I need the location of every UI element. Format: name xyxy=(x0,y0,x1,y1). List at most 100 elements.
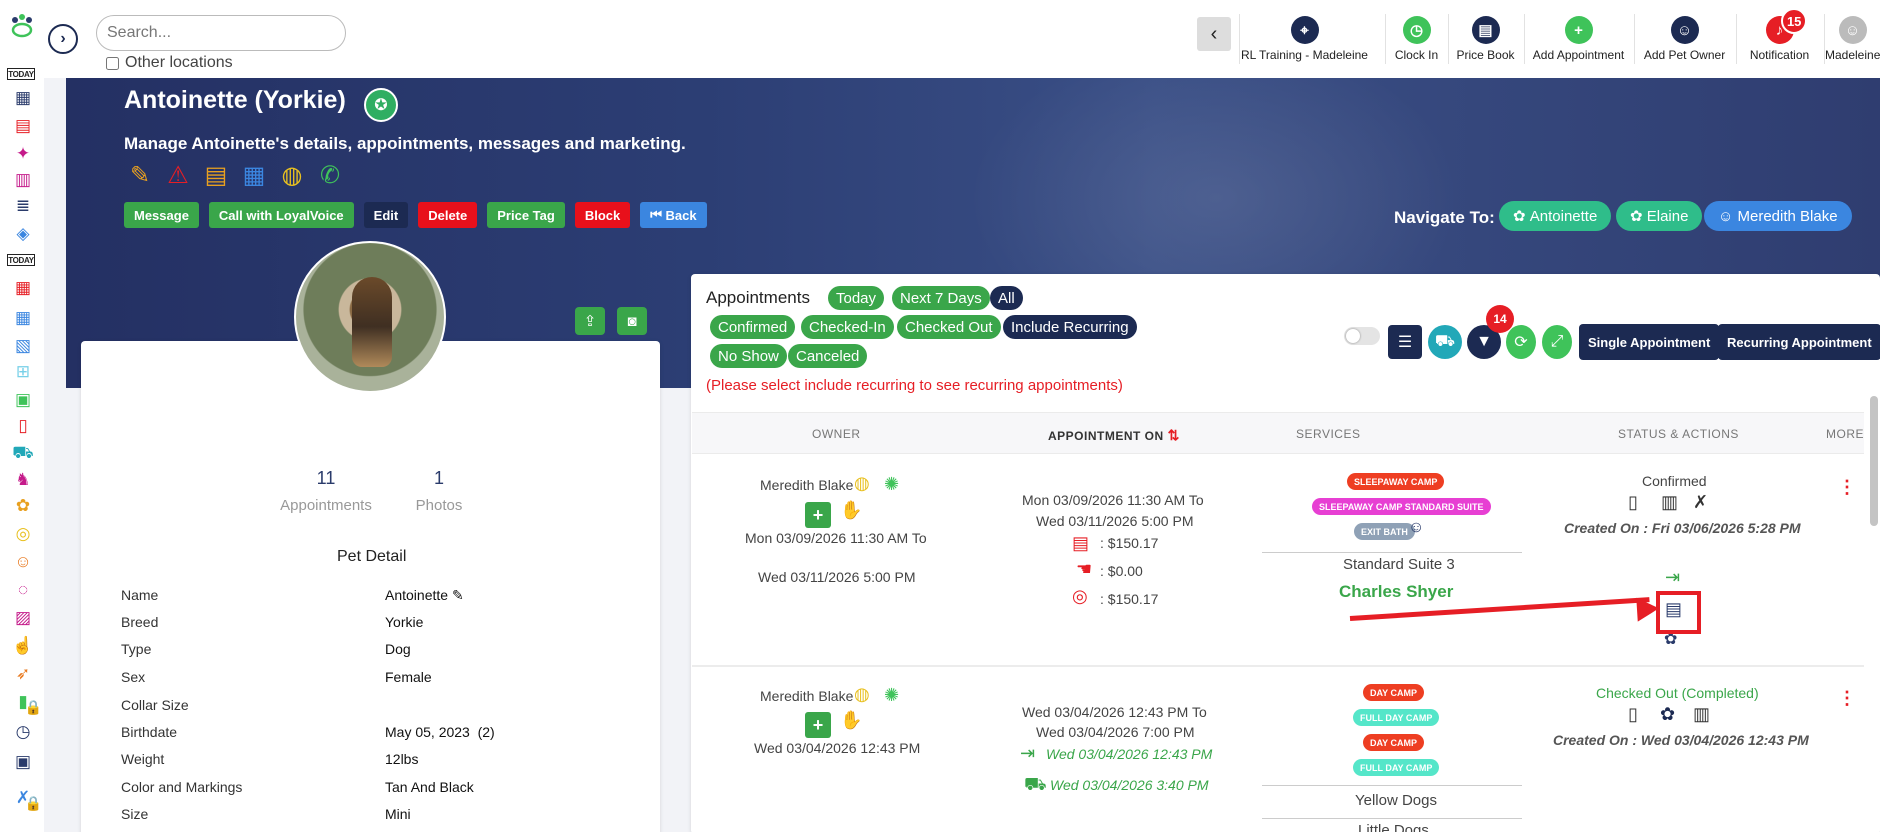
paw-phone-icon[interactable]: ✆ xyxy=(316,160,344,190)
cart-icon[interactable]: ⛟ xyxy=(1428,325,1462,359)
sort-icon[interactable]: ⇅ xyxy=(1168,427,1180,443)
tools-icon[interactable]: ✗ 🔒 xyxy=(10,786,42,811)
qr-code-icon[interactable]: ▦ xyxy=(240,160,268,190)
badge-icon[interactable]: ✺ xyxy=(884,474,899,495)
clock-gear-icon[interactable]: ◷ xyxy=(10,720,36,744)
row1-staff[interactable]: Charles Shyer xyxy=(1339,582,1453,602)
row1-more-icon[interactable]: ⋮ xyxy=(1838,477,1856,498)
row1-owner-name[interactable]: Meredith Blake xyxy=(760,477,853,493)
filter-canceled[interactable]: Canceled xyxy=(788,344,868,368)
upload-icon[interactable]: ⇪ xyxy=(575,307,605,335)
filter-all[interactable]: All xyxy=(990,286,1023,310)
toolbar-user-menu[interactable]: ☺ Madeleine xyxy=(1824,14,1880,64)
search-input[interactable] xyxy=(96,15,346,51)
other-locations-checkbox[interactable]: Other locations xyxy=(106,54,233,72)
store-icon[interactable]: ▥ xyxy=(10,168,36,192)
cancel-tools-icon[interactable]: ✗ xyxy=(1693,492,1708,513)
row2-add-icon[interactable]: + xyxy=(805,712,831,738)
list-icon[interactable]: ≣ xyxy=(10,194,36,218)
calendar-grid-icon[interactable]: ▤ xyxy=(10,114,36,138)
row2-owner-name[interactable]: Meredith Blake xyxy=(760,688,853,704)
notes-icon[interactable]: ✎ xyxy=(126,160,154,190)
filter-confirmed[interactable]: Confirmed xyxy=(710,315,796,339)
filter-checked-in[interactable]: Checked-In xyxy=(801,315,894,339)
block-button[interactable]: Block xyxy=(574,202,631,228)
document-icon[interactable]: ▯ xyxy=(10,414,36,438)
check-in-icon[interactable]: ⇥ xyxy=(1665,567,1680,588)
search-document-icon[interactable]: ▯ xyxy=(1628,704,1638,725)
person-run-icon[interactable]: ✦ xyxy=(10,142,36,166)
toolbar-add-appointment[interactable]: + Add Appointment xyxy=(1524,14,1632,64)
filter-checked-out[interactable]: Checked Out xyxy=(897,315,1001,339)
row2-more-icon[interactable]: ⋮ xyxy=(1838,688,1856,709)
warning-icon[interactable]: ⚠ xyxy=(164,160,192,190)
admin-icon[interactable]: ▣ xyxy=(10,750,36,774)
navigate-pet-antoinette[interactable]: ✿ Antoinette xyxy=(1499,201,1612,231)
report-board-icon[interactable]: ▦ xyxy=(10,86,36,110)
today-icon[interactable]: TODAY xyxy=(7,68,35,80)
list-view-icon[interactable]: ☰ xyxy=(1388,325,1422,359)
toolbar-back-button[interactable]: ‹ xyxy=(1197,17,1231,51)
kennel-icon[interactable]: ▥ xyxy=(1693,704,1710,725)
kennel-icon[interactable]: ▥ xyxy=(1661,492,1678,513)
calendar-icon[interactable]: ▦ xyxy=(10,306,36,330)
expand-icon[interactable]: ⤢ xyxy=(1542,325,1572,359)
map-icon[interactable]: ◈ xyxy=(10,222,36,246)
paw-logo-icon[interactable] xyxy=(8,12,36,40)
chat-bubble-icon[interactable]: ◍ xyxy=(854,684,870,705)
message-button[interactable]: Message xyxy=(124,202,199,228)
filter-today[interactable]: Today xyxy=(828,286,885,310)
paw-icon[interactable]: ✿ xyxy=(10,494,36,518)
calendar-check-icon[interactable]: ▦ xyxy=(10,276,36,300)
user-icon[interactable]: ☺ xyxy=(10,550,36,574)
chart-bars-icon[interactable]: ▮ 🔒 xyxy=(10,690,42,715)
price-tag-button[interactable]: Price Tag xyxy=(487,202,565,228)
back-icon: ⏮ xyxy=(650,207,666,222)
edit-button[interactable]: Edit xyxy=(363,202,409,228)
filter-include-recurring[interactable]: Include Recurring xyxy=(1003,315,1137,339)
hand-stop-icon[interactable]: ✋ xyxy=(840,500,862,521)
filter-next-7-days[interactable]: Next 7 Days xyxy=(892,286,990,310)
hand-stop-icon[interactable]: ✋ xyxy=(840,710,862,731)
target-icon[interactable]: ◎ xyxy=(10,522,36,546)
view-toggle[interactable] xyxy=(1344,327,1380,345)
single-appointment-button[interactable]: Single Appointment xyxy=(1579,324,1720,360)
cart-icon[interactable]: ⛟ xyxy=(10,442,36,466)
toolbar-notification[interactable]: ♪ 15 Notification xyxy=(1736,8,1822,64)
checklist-icon[interactable]: ▣ xyxy=(10,388,36,412)
navigate-pet-elaine[interactable]: ✿ Elaine xyxy=(1616,201,1703,231)
recurring-appointment-button[interactable]: Recurring Appointment xyxy=(1718,324,1880,360)
search-document-icon[interactable]: ▯ xyxy=(1628,492,1638,513)
back-button[interactable]: ⏮ Back xyxy=(640,202,707,228)
dog-icon[interactable]: ♞ xyxy=(10,468,36,492)
thumbs-up-icon[interactable]: ☝ xyxy=(10,634,36,658)
toolbar-location[interactable]: ⌖ RL Training - Madeleine xyxy=(1239,14,1369,64)
expand-sidebar-button[interactable]: › xyxy=(48,24,78,54)
today-edit-icon[interactable]: TODAY xyxy=(7,254,35,266)
toolbar-clock-in[interactable]: ◷ Clock In xyxy=(1385,14,1447,64)
camera-icon[interactable]: ◙ xyxy=(617,307,647,335)
delete-button[interactable]: Delete xyxy=(418,202,478,228)
other-locations-check[interactable] xyxy=(106,56,119,70)
row2-appt-end: Wed 03/04/2026 7:00 PM xyxy=(1036,724,1195,740)
messages-icon[interactable]: ◍ xyxy=(278,160,306,190)
navigate-owner-meredith[interactable]: ☺ Meredith Blake xyxy=(1704,201,1852,231)
row1-add-icon[interactable]: + xyxy=(805,502,831,528)
rocket-icon[interactable]: ➶ xyxy=(10,662,36,686)
chat-icon[interactable]: ◌ xyxy=(10,578,36,602)
scrollbar-thumb[interactable] xyxy=(1870,396,1878,526)
filter-no-show[interactable]: No Show xyxy=(710,344,787,368)
image-icon[interactable]: ▨ xyxy=(10,606,36,630)
refresh-icon[interactable]: ⟳ xyxy=(1506,325,1536,359)
calendar-week-icon[interactable]: ▧ xyxy=(10,334,36,358)
chat-bubble-icon[interactable]: ◍ xyxy=(854,473,870,494)
paw-circle-icon[interactable]: ✿ xyxy=(1660,704,1675,725)
toolbar-price-book[interactable]: ▤ Price Book xyxy=(1448,14,1522,64)
badge-icon[interactable]: ✺ xyxy=(884,685,899,706)
clipboard-icon[interactable]: ▤ xyxy=(202,160,230,190)
layout-grid-icon[interactable]: ⊞ xyxy=(10,360,36,384)
toolbar-add-pet-owner[interactable]: ☺ Add Pet Owner xyxy=(1634,14,1734,64)
col-appointment-on[interactable]: APPOINTMENT ON ⇅ xyxy=(1048,427,1180,444)
pencil-icon[interactable]: ✎ xyxy=(452,587,464,603)
call-loyalvoice-button[interactable]: Call with LoyalVoice xyxy=(208,202,354,228)
